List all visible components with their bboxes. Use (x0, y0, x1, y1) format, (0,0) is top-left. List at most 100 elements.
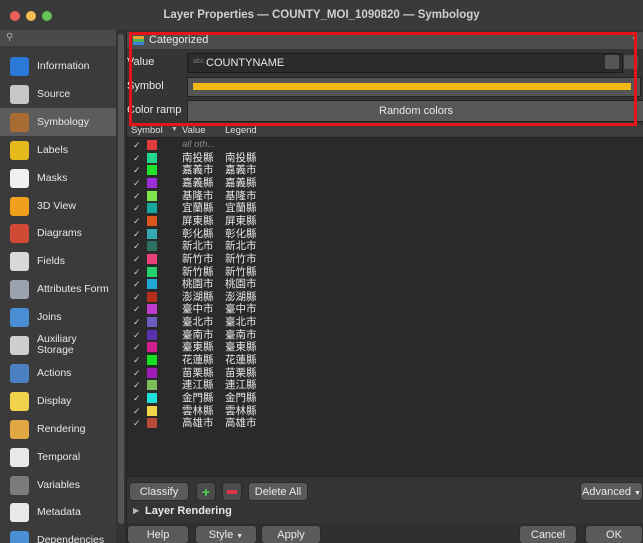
category-swatch[interactable] (147, 241, 157, 252)
category-swatch[interactable] (147, 393, 157, 403)
sidebar-item-3d-view[interactable]: 3D View (0, 192, 116, 220)
cancel-button[interactable]: Cancel (519, 525, 577, 543)
column-header-symbol[interactable]: Symbol (131, 125, 163, 137)
category-swatch[interactable] (147, 228, 157, 239)
sidebar-item-labels[interactable]: Labels (0, 136, 116, 164)
expression-button[interactable] (624, 55, 638, 69)
renderer-type-dropdown[interactable]: Categorized ▼ (127, 32, 643, 49)
checkbox-icon[interactable]: ✓ (133, 329, 141, 341)
category-swatch[interactable] (147, 165, 157, 176)
category-swatch[interactable] (147, 253, 157, 264)
table-row[interactable]: ✓ 桃園市 桃園市 (127, 278, 643, 291)
category-swatch[interactable] (147, 355, 157, 366)
checkbox-icon[interactable]: ✓ (133, 341, 141, 353)
category-swatch[interactable] (147, 203, 157, 214)
table-row[interactable]: ✓ 連江縣 連江縣 (127, 379, 643, 392)
table-row[interactable]: ✓ 新竹市 新竹市 (127, 253, 643, 266)
table-row[interactable]: ✓ 花蓮縣 花蓮縣 (127, 354, 643, 367)
category-swatch[interactable] (147, 367, 157, 378)
checkbox-icon[interactable]: ✓ (133, 303, 141, 315)
disclosure-triangle-icon[interactable]: ▶ (133, 506, 139, 515)
checkbox-icon[interactable]: ✓ (133, 354, 141, 366)
table-row[interactable]: ✓ 基隆市 基隆市 (127, 190, 643, 203)
category-swatch[interactable] (147, 291, 157, 302)
category-swatch[interactable] (147, 152, 157, 163)
sidebar-scrollbar-thumb[interactable] (118, 34, 124, 524)
checkbox-icon[interactable]: ✓ (133, 367, 141, 379)
checkbox-icon[interactable]: ✓ (133, 177, 141, 189)
sidebar-item-diagrams[interactable]: Diagrams (0, 219, 116, 247)
add-category-button[interactable]: + (196, 482, 216, 501)
column-header-value[interactable]: Value (182, 125, 206, 137)
layer-rendering-section[interactable]: Layer Rendering (145, 505, 232, 517)
style-button[interactable]: Style ▼ (195, 525, 257, 543)
table-row[interactable]: ✓ 屏東縣 屏東縣 (127, 215, 643, 228)
category-swatch[interactable] (147, 266, 157, 277)
checkbox-icon[interactable]: ✓ (133, 152, 141, 164)
checkbox-icon[interactable]: ✓ (133, 240, 141, 252)
sidebar-item-source[interactable]: Source (0, 80, 116, 108)
checkbox-icon[interactable]: ✓ (133, 379, 141, 391)
apply-button[interactable]: Apply (261, 525, 321, 543)
sidebar-item-symbology[interactable]: Symbology (0, 107, 116, 136)
table-row[interactable]: ✓ all oth... (127, 139, 643, 152)
table-row[interactable]: ✓ 金門縣 金門縣 (127, 392, 643, 405)
table-row[interactable]: ✓ 新竹縣 新竹縣 (127, 266, 643, 279)
checkbox-icon[interactable]: ✓ (133, 190, 141, 202)
value-field-dropdown-button[interactable] (605, 55, 619, 69)
table-row[interactable]: ✓ 苗栗縣 苗栗縣 (127, 367, 643, 380)
table-row[interactable]: ✓ 澎湖縣 澎湖縣 (127, 291, 643, 304)
sidebar-item-attributes-form[interactable]: Attributes Form (0, 275, 116, 303)
delete-all-button[interactable]: Delete All (248, 482, 308, 501)
classify-button[interactable]: Classify (129, 482, 189, 501)
checkbox-icon[interactable]: ✓ (133, 316, 141, 328)
sidebar-item-information[interactable]: Information (0, 52, 116, 80)
sidebar-item-rendering[interactable]: Rendering (0, 415, 116, 443)
column-header-legend[interactable]: Legend (225, 125, 257, 137)
symbol-button[interactable] (187, 77, 641, 97)
table-row[interactable]: ✓ 南投縣 南投縣 (127, 152, 643, 165)
value-field-combo[interactable]: abc COUNTYNAME (187, 53, 623, 73)
sidebar-item-display[interactable]: Display (0, 387, 116, 415)
checkbox-icon[interactable]: ✓ (133, 253, 141, 265)
category-swatch[interactable] (147, 418, 157, 429)
checkbox-icon[interactable]: ✓ (133, 417, 141, 429)
category-swatch[interactable] (147, 405, 157, 416)
checkbox-icon[interactable]: ✓ (133, 228, 141, 240)
color-ramp-combo[interactable]: Random colors (187, 100, 643, 122)
sidebar-item-masks[interactable]: Masks (0, 164, 116, 192)
table-row[interactable]: ✓ 新北市 新北市 (127, 240, 643, 253)
category-swatch[interactable] (147, 215, 157, 226)
checkbox-icon[interactable]: ✓ (133, 291, 141, 303)
table-row[interactable]: ✓ 宜蘭縣 宜蘭縣 (127, 202, 643, 215)
sidebar-item-fields[interactable]: Fields (0, 247, 116, 275)
help-button[interactable]: Help (127, 525, 189, 543)
table-row[interactable]: ✓ 彰化縣 彰化縣 (127, 228, 643, 241)
checkbox-icon[interactable]: ✓ (133, 278, 141, 290)
ok-button[interactable]: OK (585, 525, 643, 543)
table-row[interactable]: ✓ 高雄市 高雄市 (127, 417, 643, 430)
checkbox-icon[interactable]: ✓ (133, 139, 141, 151)
checkbox-icon[interactable]: ✓ (133, 164, 141, 176)
table-row[interactable]: ✓ 臺中市 臺中市 (127, 303, 643, 316)
checkbox-icon[interactable]: ✓ (133, 405, 141, 417)
delete-category-button[interactable] (222, 482, 242, 501)
category-swatch[interactable] (147, 140, 157, 150)
category-swatch[interactable] (147, 380, 157, 391)
sidebar-item-temporal[interactable]: Temporal (0, 443, 116, 471)
sidebar-item-dependencies[interactable]: Dependencies (0, 526, 116, 543)
checkbox-icon[interactable]: ✓ (133, 215, 141, 227)
checkbox-icon[interactable]: ✓ (133, 392, 141, 404)
sidebar-search-input[interactable]: ⚲ (0, 30, 116, 46)
sidebar-item-metadata[interactable]: Metadata (0, 498, 116, 526)
sidebar-item-actions[interactable]: Actions (0, 359, 116, 387)
table-row[interactable]: ✓ 嘉義縣 嘉義縣 (127, 177, 643, 190)
checkbox-icon[interactable]: ✓ (133, 202, 141, 214)
category-swatch[interactable] (147, 329, 157, 340)
category-swatch[interactable] (147, 279, 157, 290)
sidebar-item-variables[interactable]: Variables (0, 471, 116, 499)
table-row[interactable]: ✓ 雲林縣 雲林縣 (127, 405, 643, 418)
category-swatch[interactable] (147, 342, 157, 353)
table-row[interactable]: ✓ 臺南市 臺南市 (127, 329, 643, 342)
category-swatch[interactable] (147, 304, 157, 315)
